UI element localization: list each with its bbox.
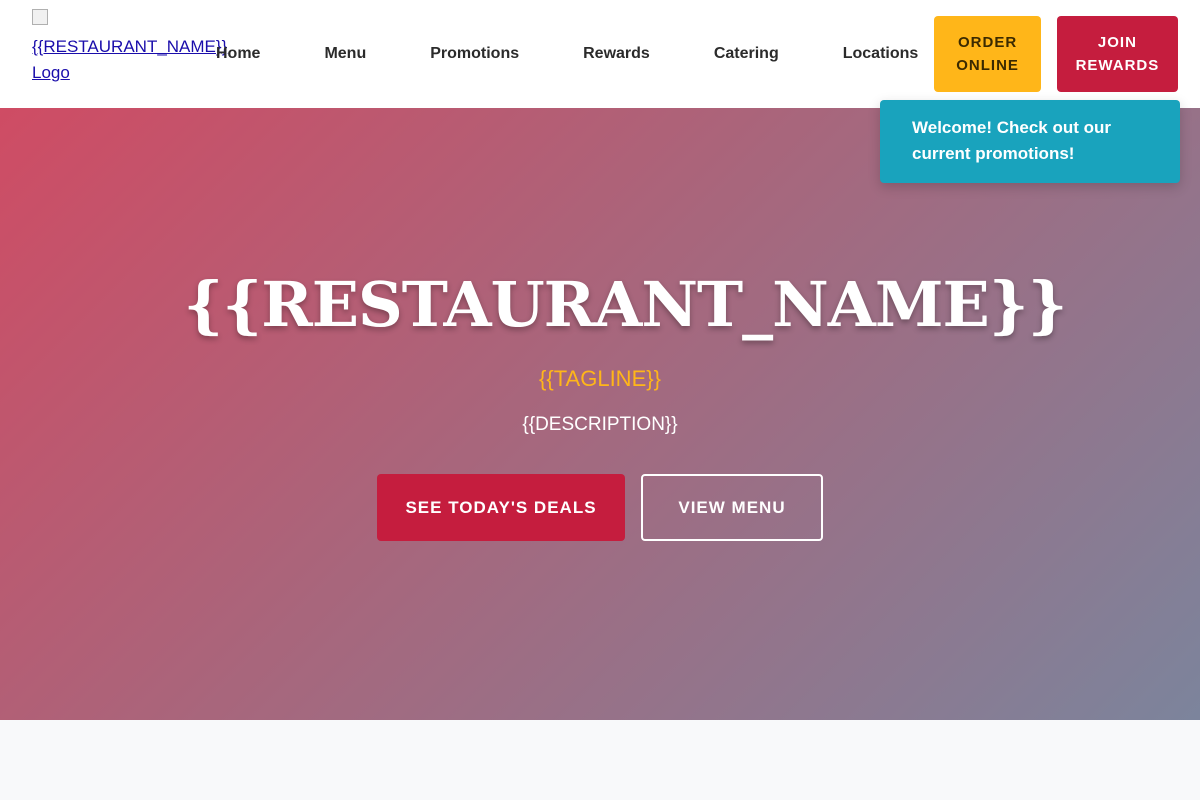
nav-promotions[interactable]: Promotions bbox=[430, 45, 519, 63]
view-menu-button[interactable]: VIEW MENU bbox=[641, 474, 823, 541]
hero-description: {{DESCRIPTION}} bbox=[522, 414, 678, 435]
join-rewards-button[interactable]: JOIN REWARDS bbox=[1056, 16, 1178, 92]
hero-section: {{RESTAURANT_NAME}} {{TAGLINE}} {{DESCRI… bbox=[0, 108, 1200, 720]
welcome-toast[interactable]: Welcome! Check out our current promotion… bbox=[880, 100, 1180, 183]
next-section bbox=[0, 720, 1200, 800]
site-header: {{RESTAURANT_NAME}} Logo Home Menu Promo… bbox=[0, 0, 1200, 108]
nav-locations[interactable]: Locations bbox=[843, 45, 919, 63]
see-deals-button[interactable]: SEE TODAY'S DEALS bbox=[377, 474, 625, 541]
order-online-button[interactable]: ORDER ONLINE bbox=[934, 16, 1041, 92]
nav-home[interactable]: Home bbox=[216, 45, 260, 63]
logo-alt-text: {{RESTAURANT_NAME}} Logo bbox=[32, 37, 228, 82]
logo-link[interactable]: {{RESTAURANT_NAME}} Logo bbox=[32, 8, 227, 86]
hero-buttons: SEE TODAY'S DEALS VIEW MENU bbox=[0, 474, 1200, 541]
nav-menu[interactable]: Menu bbox=[324, 45, 366, 63]
hero-title: {{RESTAURANT_NAME}} bbox=[183, 268, 1067, 341]
main-nav: Home Menu Promotions Rewards Catering Lo… bbox=[216, 45, 934, 63]
broken-image-icon bbox=[32, 9, 48, 25]
nav-catering[interactable]: Catering bbox=[714, 45, 779, 63]
nav-rewards[interactable]: Rewards bbox=[583, 45, 650, 63]
hero-tagline: {{TAGLINE}} bbox=[539, 366, 661, 391]
